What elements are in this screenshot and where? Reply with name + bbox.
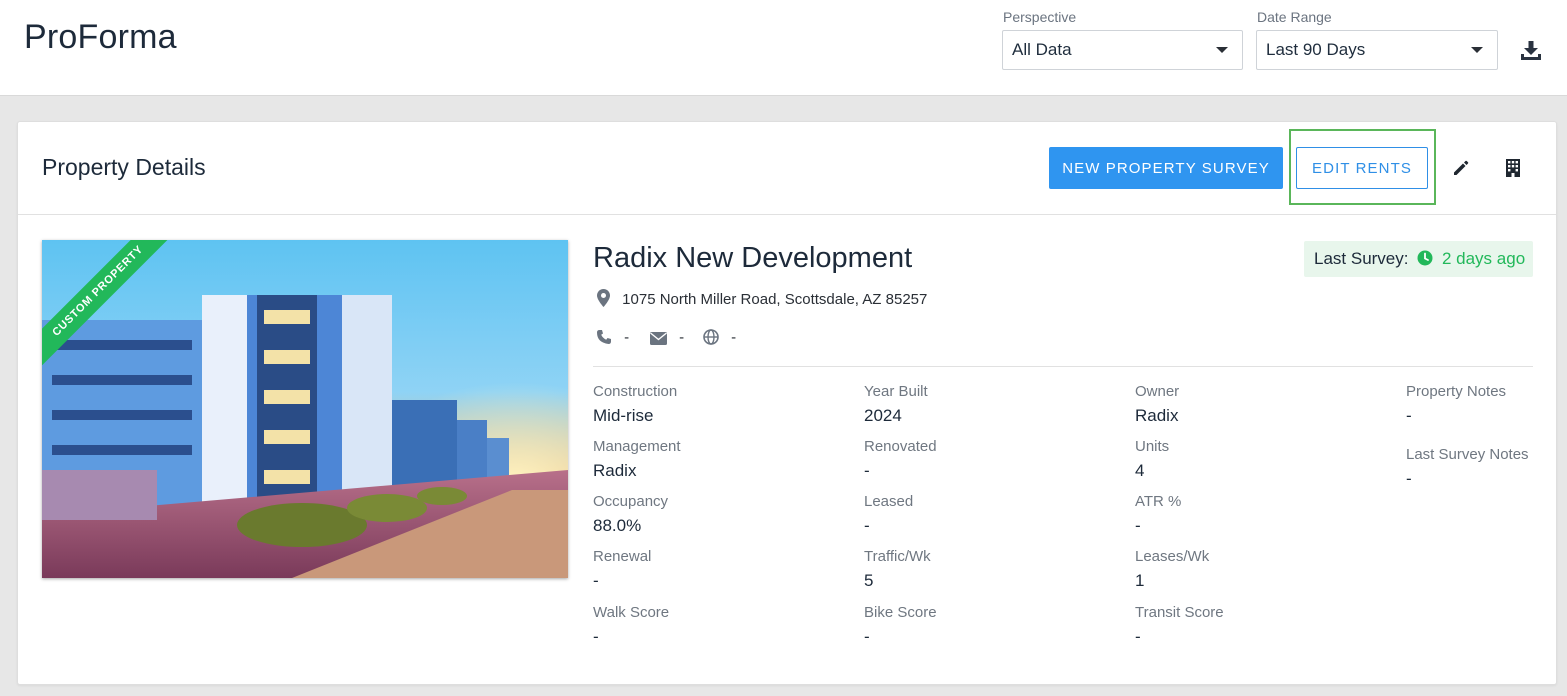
date-range-value: Last 90 Days [1266,40,1366,59]
field-value: - [593,627,599,646]
field-value: - [1135,516,1141,535]
field-label: Walk Score [593,604,670,621]
field-owner: Owner Radix [1135,383,1179,426]
clock-icon [1417,243,1433,279]
property-photo: CUSTOM PROPERTY [42,240,568,578]
address-row: 1075 North Miller Road, Scottsdale, AZ 8… [597,289,927,309]
field-renewal: Renewal - [593,548,651,591]
field-label: Bike Score [864,604,937,621]
field-value: Radix [1135,406,1179,425]
new-property-survey-button[interactable]: NEW PROPERTY SURVEY [1049,147,1283,189]
field-property-notes: Property Notes - [1406,383,1506,426]
field-label: Renewal [593,548,652,565]
last-survey-badge: Last Survey: 2 days ago [1304,241,1533,277]
field-label: Transit Score [1135,604,1224,621]
email-item: - [650,328,684,348]
field-value: - [1406,406,1412,425]
building-icon[interactable] [1503,158,1525,180]
field-leases: Leases/Wk 1 [1135,548,1209,591]
field-units: Units 4 [1135,438,1169,481]
field-value: Mid-rise [593,406,654,425]
field-value: - [864,516,870,535]
field-label: Renovated [864,438,937,455]
envelope-icon [650,329,679,346]
field-year-built: Year Built 2024 [864,383,928,426]
edit-rents-button[interactable]: EDIT RENTS [1296,147,1428,189]
date-range-select[interactable]: Last 90 Days [1256,30,1498,70]
field-value: - [864,627,870,646]
field-value: Radix [593,461,637,480]
field-label: ATR % [1135,493,1182,510]
globe-icon [703,329,731,346]
field-bike-score: Bike Score - [864,604,937,647]
custom-property-ribbon: CUSTOM PROPERTY [42,240,182,380]
date-range-filter: Date Range Last 90 Days [1256,8,1498,70]
download-icon[interactable] [1519,39,1543,63]
field-value: - [1135,627,1141,646]
perspective-select[interactable]: All Data [1002,30,1243,70]
app-title: ProForma [24,18,177,56]
phone-item: - [596,328,629,348]
field-label: Property Notes [1406,383,1507,400]
field-value: 88.0% [593,516,642,535]
last-survey-value: 2 days ago [1441,249,1526,268]
map-marker-icon [597,289,622,308]
field-label: Occupancy [593,493,669,510]
perspective-label: Perspective [1003,9,1077,25]
card-title: Property Details [42,154,206,180]
field-value: 4 [1135,461,1145,480]
divider [593,366,1533,367]
field-walk-score: Walk Score - [593,604,669,647]
field-management: Management Radix [593,438,681,481]
field-value: 5 [864,571,874,590]
property-address: 1075 North Miller Road, Scottsdale, AZ 8… [622,291,928,308]
field-label: Owner [1135,383,1180,400]
website-value: - [731,329,737,346]
last-survey-label: Last Survey: [1314,249,1409,268]
field-label: Management [593,438,681,455]
property-name: Radix New Development [593,242,913,274]
field-traffic: Traffic/Wk 5 [864,548,931,591]
caret-down-icon [1216,47,1228,53]
date-range-label: Date Range [1257,9,1332,25]
phone-value: - [624,329,630,346]
field-value: - [864,461,870,480]
phone-icon [596,329,624,346]
field-label: Last Survey Notes [1406,446,1529,463]
field-label: Leases/Wk [1135,548,1210,565]
field-label: Year Built [864,383,928,400]
field-label: Traffic/Wk [864,548,931,565]
card-header: Property Details NEW PROPERTY SURVEY EDI… [18,122,1556,215]
website-item: - [703,328,736,348]
field-transit-score: Transit Score - [1135,604,1224,647]
top-bar: ProForma Perspective All Data Date Range… [0,0,1567,96]
field-value: - [593,571,599,590]
field-last-survey-notes: Last Survey Notes - [1406,446,1529,489]
property-details-card: Property Details NEW PROPERTY SURVEY EDI… [17,121,1557,685]
field-value: 2024 [864,406,902,425]
field-atr: ATR % - [1135,493,1181,536]
pencil-icon[interactable] [1451,158,1473,180]
email-value: - [679,329,685,346]
field-occupancy: Occupancy 88.0% [593,493,668,536]
field-label: Units [1135,438,1170,455]
field-leased: Leased - [864,493,913,536]
field-construction: Construction Mid-rise [593,383,677,426]
field-value: 1 [1135,571,1145,590]
caret-down-icon [1471,47,1483,53]
field-label: Construction [593,383,678,400]
field-label: Leased [864,493,914,510]
perspective-filter: Perspective All Data [1002,8,1243,70]
ribbon-label: CUSTOM PROPERTY [42,240,178,371]
field-renovated: Renovated - [864,438,937,481]
perspective-value: All Data [1012,40,1072,59]
field-value: - [1406,469,1412,488]
